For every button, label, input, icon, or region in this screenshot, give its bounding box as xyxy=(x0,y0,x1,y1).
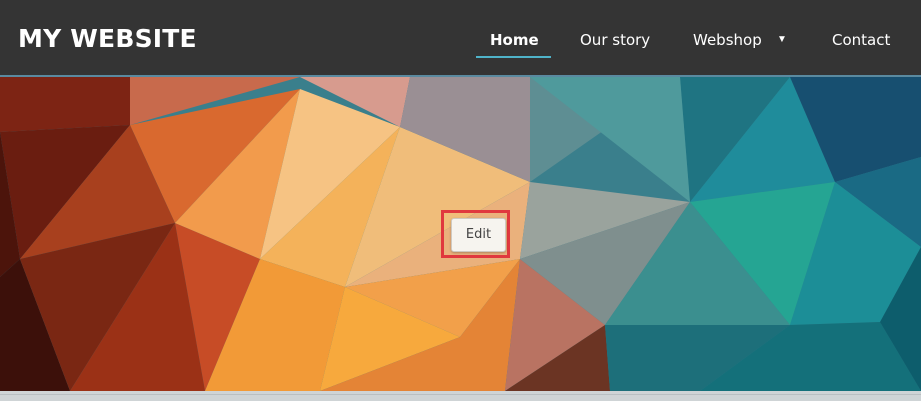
active-nav-underline xyxy=(476,56,551,58)
chevron-down-icon[interactable]: ▼ xyxy=(777,30,787,50)
nav-item-home[interactable]: Home xyxy=(490,28,539,52)
nav-item-webshop[interactable]: Webshop xyxy=(693,28,762,52)
nav-item-contact[interactable]: Contact xyxy=(832,28,890,52)
nav-item-our-story[interactable]: Our story xyxy=(580,28,650,52)
top-navbar: MY WEBSITE Home Our story Webshop ▼ Cont… xyxy=(0,0,921,75)
page-bottom-strip xyxy=(0,391,921,401)
edit-button[interactable]: Edit xyxy=(451,218,506,252)
site-logo-text[interactable]: MY WEBSITE xyxy=(18,22,197,56)
bottom-divider xyxy=(0,394,921,395)
